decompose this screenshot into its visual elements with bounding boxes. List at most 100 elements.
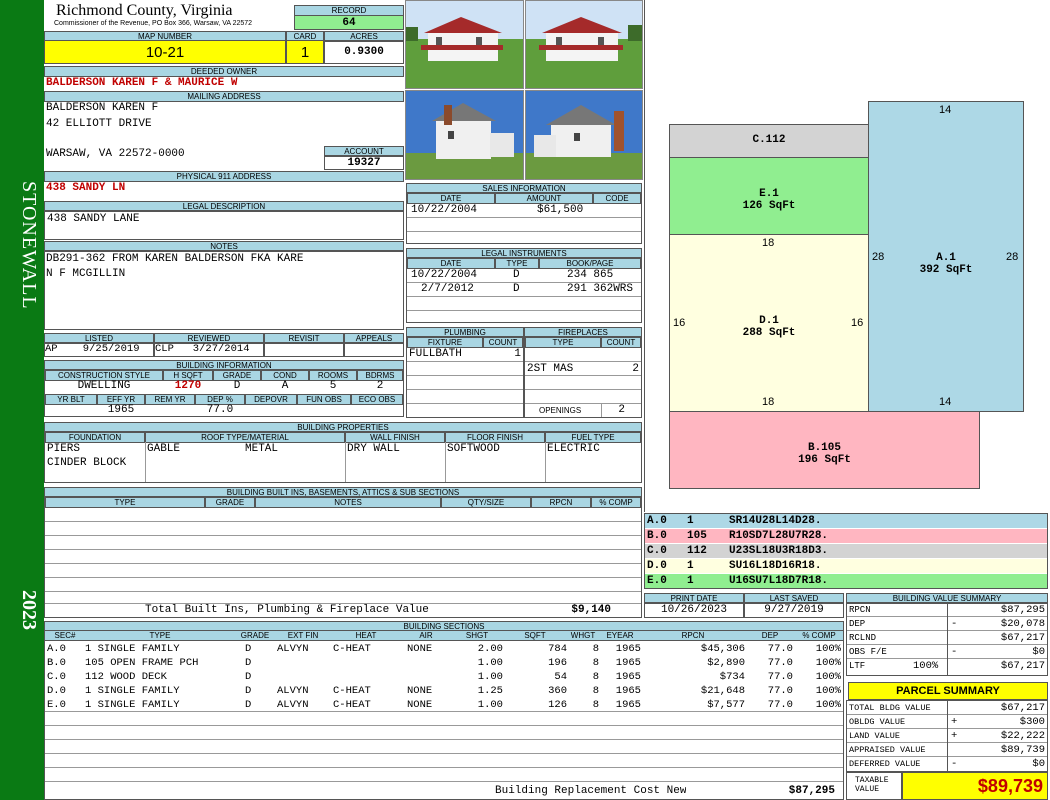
section-cell: 784 xyxy=(548,643,567,655)
replacement-cost: $87,295 xyxy=(788,785,835,797)
section-row: D.0 1 SINGLE FAMILY D ALVYN C-HEAT NONE 1.25 36… xyxy=(45,684,843,698)
legal-description: 438 SANDY LANE xyxy=(47,213,140,225)
card-value: 1 xyxy=(286,40,324,64)
section-cell: A.0 xyxy=(47,643,66,655)
bp-h-floor: FLOOR FINISH xyxy=(445,432,545,443)
bvs-pct-ltf: 100% xyxy=(913,660,939,672)
deeded-owner: BALDERSON KAREN F & MAURICE W xyxy=(46,77,238,89)
section-cell: B.0 xyxy=(47,657,66,669)
bt-h-grade: GRADE xyxy=(205,497,255,508)
section-cell: C.0 xyxy=(47,671,66,683)
section-cell: ALVYN xyxy=(277,685,309,697)
legend-path-d: SU16L18D16R18. xyxy=(729,560,822,572)
bvs-label-dep: DEP xyxy=(849,619,866,629)
bp-fuel: ELECTRIC xyxy=(547,443,600,455)
section-cell: 8 xyxy=(592,699,599,711)
bs-h-grade: GRADE xyxy=(235,631,275,640)
section-cell: 1.00 xyxy=(477,699,503,711)
section-cell: 1 SINGLE FAMILY xyxy=(85,699,180,711)
fp-openings-label: OPENINGS xyxy=(539,406,582,415)
bi-h-remyr: REM YR xyxy=(145,394,195,405)
building-props-table: FOUNDATION ROOF TYPE/MATERIAL WALL FINIS… xyxy=(44,431,642,483)
sales-table: DATE AMOUNT CODE 10/22/2004 $61,500 xyxy=(406,192,642,244)
legend-code-b: 105 xyxy=(687,530,707,542)
bvs-label-obs: OBS F/E xyxy=(849,647,887,657)
parcel-value-appraised: $89,739 xyxy=(1000,744,1045,756)
section-cell: 100% xyxy=(815,657,841,669)
li-h-book: BOOK/PAGE xyxy=(539,258,641,269)
fp-h-type: TYPE xyxy=(525,337,601,348)
sales-date: 10/22/2004 xyxy=(411,204,478,216)
house-photo-side xyxy=(405,90,524,180)
bs-h-whgt: WHGT xyxy=(567,631,599,640)
section-cell: 105 OPEN FRAME PCH xyxy=(85,657,199,669)
bs-h-comp: % COMP xyxy=(795,631,843,640)
mailing-address-label: MAILING ADDRESS xyxy=(44,91,404,102)
section-cell: 1965 xyxy=(615,685,641,697)
pl-h-count: COUNT xyxy=(483,337,523,348)
bp-h-wall: WALL FINISH xyxy=(345,432,445,443)
replacement-cost-label: Building Replacement Cost New xyxy=(495,785,687,797)
li-h-date: DATE xyxy=(407,258,495,269)
bs-h-rpcn: RPCN xyxy=(641,631,745,640)
li-type-2: D xyxy=(513,283,520,295)
section-cell: NONE xyxy=(407,643,433,655)
notes-line-2: N F MCGILLIN xyxy=(46,268,126,280)
section-cell: 8 xyxy=(592,685,599,697)
bvs-sign-obs: - xyxy=(951,646,958,658)
bi-bdrms: 2 xyxy=(376,380,384,392)
section-cell: 1.00 xyxy=(477,657,503,669)
parcel-label-bldg: TOTAL BLDG VALUE xyxy=(849,703,931,713)
section-cell: $21,648 xyxy=(700,685,745,697)
bs-h-air: AIR xyxy=(401,631,451,640)
section-row: A.0 1 SINGLE FAMILY D ALVYN C-HEAT NONE 2.00 78… xyxy=(45,642,843,656)
section-cell: 77.0 xyxy=(767,657,793,669)
house-photo-rear xyxy=(525,90,643,180)
bp-foundation-1: PIERS xyxy=(47,443,81,455)
sketch-label-c112: C.112 xyxy=(752,134,786,146)
li-date-2: 2/7/2012 xyxy=(421,283,474,295)
legend-path-c: U23SL18U3R18D3. xyxy=(729,545,829,557)
account-value: 19327 xyxy=(324,155,404,170)
acres-value: 0.9300 xyxy=(324,40,404,64)
section-cell: 100% xyxy=(815,699,841,711)
section-cell: 196 xyxy=(548,657,567,669)
bp-roof-type: GABLE xyxy=(147,443,181,455)
parcel-label-deferred: DEFERRED VALUE xyxy=(849,759,921,769)
bs-h-dep: DEP xyxy=(745,631,795,640)
sketch-block-a1: A.1 392 SqFt xyxy=(868,101,1024,412)
legend-code-e: 1 xyxy=(687,575,694,587)
section-cell: 8 xyxy=(592,671,599,683)
bi-dep: 77.0 xyxy=(206,404,234,416)
section-cell: D xyxy=(245,657,252,669)
li-book-2: 291 362WRS xyxy=(567,283,634,295)
legend-row-d: D.0 1 SU16L18D16R18. xyxy=(645,559,1047,573)
bvs-value-dep: $20,078 xyxy=(1000,618,1045,630)
section-cell: 100% xyxy=(815,671,841,683)
sketch-label-b105: B.105 xyxy=(807,442,841,454)
fp-h-count: COUNT xyxy=(601,337,641,348)
bvs-value-ltf: $67,217 xyxy=(1000,660,1045,672)
physical-address-label: PHYSICAL 911 ADDRESS xyxy=(44,171,404,182)
record-value: 64 xyxy=(294,15,404,30)
parcel-value-land: $22,222 xyxy=(1000,730,1045,742)
map-number-value: 10-21 xyxy=(44,40,286,64)
sketch-block-b105: B.105 196 SqFt xyxy=(669,411,980,489)
dim-a-top: 14 xyxy=(939,104,952,116)
legend-code-a: 1 xyxy=(687,515,694,527)
bvs-value-obs: $0 xyxy=(1032,646,1045,658)
section-cell: $45,306 xyxy=(700,643,745,655)
appeals-value xyxy=(344,342,404,357)
section-cell: 360 xyxy=(548,685,567,697)
section-cell: $734 xyxy=(719,671,745,683)
section-cell: 1.00 xyxy=(477,671,503,683)
bi-cond: A xyxy=(281,380,289,392)
bs-h-heat: HEAT xyxy=(331,631,401,640)
section-row: E.0 1 SINGLE FAMILY D ALVYN C-HEAT NONE 1.00 12… xyxy=(45,698,843,712)
dim-a-left: 28 xyxy=(872,251,885,263)
legend-path-a: SR14U28L14D28. xyxy=(729,515,822,527)
parcel-value-deferred: $0 xyxy=(1032,758,1045,770)
sketch-label-a1: A.1 xyxy=(936,252,956,264)
bvs-value-rpcn: $87,295 xyxy=(1000,604,1045,616)
section-cell: NONE xyxy=(407,699,433,711)
